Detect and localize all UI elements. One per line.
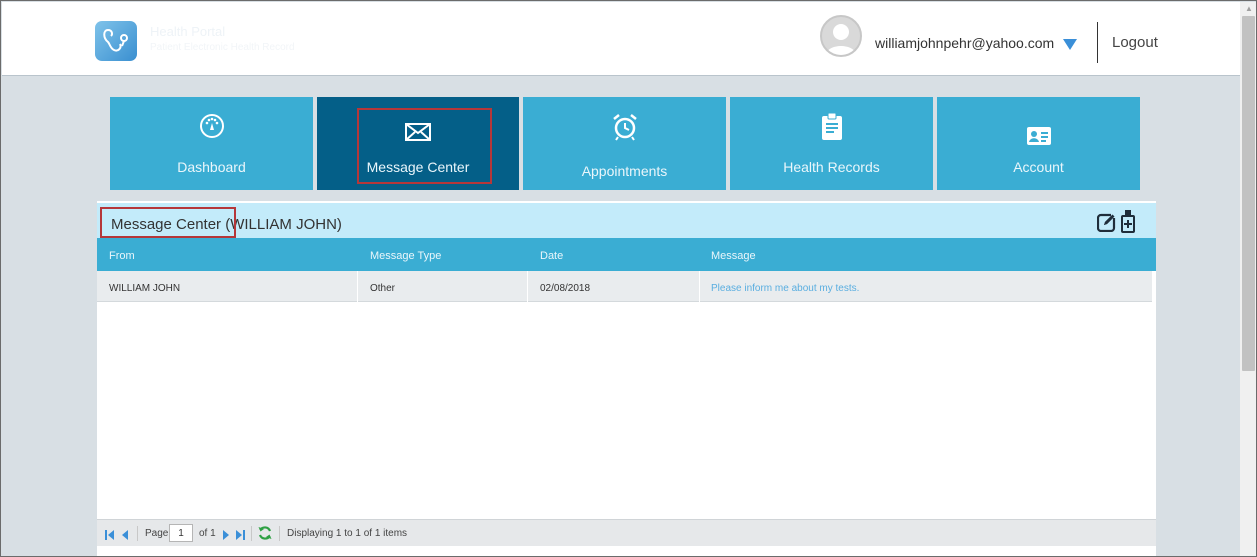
panel-title-patient: (WILLIAM JOHN) — [221, 216, 342, 233]
page-number-input[interactable] — [169, 524, 193, 542]
message-center-panel: Message Center (WILLIAM JOHN) From Messa… — [97, 201, 1156, 556]
tab-message-center[interactable]: Message Center — [317, 97, 519, 190]
clipboard-icon — [730, 113, 933, 141]
tab-appointments[interactable]: Appointments — [523, 97, 726, 190]
chevron-down-icon[interactable] — [1063, 37, 1077, 55]
refresh-icon[interactable] — [258, 526, 272, 545]
logout-link[interactable]: Logout — [1112, 34, 1158, 51]
first-page-icon[interactable] — [105, 527, 114, 545]
user-email[interactable]: williamjohnpehr@yahoo.com — [875, 35, 1054, 51]
tab-health-records[interactable]: Health Records — [730, 97, 933, 190]
display-count-text: Displaying 1 to 1 of 1 items — [287, 528, 408, 539]
column-header-message[interactable]: Message — [711, 250, 756, 262]
previous-page-icon[interactable] — [122, 527, 128, 545]
pager-bar: Page of 1 Displaying 1 to 1 of 1 items — [97, 519, 1156, 546]
grid-header: From Message Type Date Message — [97, 238, 1156, 271]
column-divider — [357, 271, 358, 302]
tab-account[interactable]: Account — [937, 97, 1140, 190]
page-scrollbar[interactable]: ▲ — [1240, 2, 1256, 556]
gauge-icon — [110, 113, 313, 139]
column-divider — [527, 271, 528, 302]
logo-text: Health Portal — [150, 24, 226, 39]
table-row[interactable]: WILLIAM JOHN Other 02/08/2018 Please inf… — [97, 271, 1152, 302]
cell-message-type: Other — [370, 283, 396, 294]
app-window: Health Portal Patient Electronic Health … — [0, 0, 1257, 557]
tab-label: Dashboard — [177, 159, 246, 175]
compose-edit-icon[interactable] — [1096, 213, 1116, 237]
page-label: Page — [145, 528, 169, 539]
tab-label: Appointments — [581, 163, 668, 179]
top-header: Health Portal Patient Electronic Health … — [2, 2, 1240, 76]
id-card-icon — [937, 127, 1140, 145]
scroll-up-arrow-icon[interactable]: ▲ — [1245, 4, 1253, 13]
panel-title-highlight — [100, 207, 236, 238]
header-divider — [1097, 22, 1098, 63]
cell-from: WILLIAM JOHN — [109, 283, 181, 294]
cell-message-link[interactable]: Please inform me about my tests. — [711, 283, 859, 294]
tab-label: Health Records — [783, 159, 880, 175]
envelope-icon — [317, 123, 519, 141]
page-count-label: of 1 — [199, 528, 216, 539]
column-header-date[interactable]: Date — [540, 250, 563, 262]
next-page-icon[interactable] — [223, 527, 229, 545]
logo-subtext: Patient Electronic Health Record — [150, 42, 295, 53]
panel-title-bar: Message Center (WILLIAM JOHN) — [97, 203, 1156, 238]
user-avatar[interactable] — [820, 15, 862, 57]
pager-separator — [251, 526, 252, 541]
column-divider — [699, 271, 700, 302]
cell-date: 02/08/2018 — [540, 283, 591, 294]
logo-icon[interactable] — [95, 21, 137, 61]
print-icon[interactable] — [1121, 210, 1135, 238]
column-header-message-type[interactable]: Message Type — [370, 250, 441, 262]
scroll-thumb[interactable] — [1242, 16, 1255, 371]
pager-separator — [137, 526, 138, 541]
tab-label: Message Center — [366, 159, 470, 175]
pager-separator — [279, 526, 280, 541]
column-header-from[interactable]: From — [109, 250, 135, 262]
alarm-clock-icon — [523, 113, 726, 141]
last-page-icon[interactable] — [236, 527, 245, 545]
tab-label: Account — [1013, 159, 1064, 175]
tab-dashboard[interactable]: Dashboard — [110, 97, 313, 190]
